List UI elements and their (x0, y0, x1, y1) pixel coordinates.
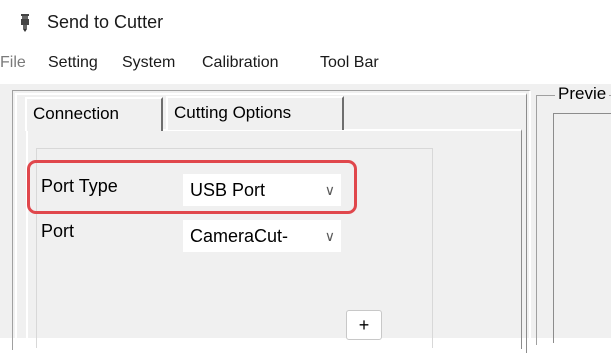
menu-bar: File Setting System Calibration Tool Bar (0, 44, 611, 84)
window-title: Send to Cutter (47, 12, 164, 32)
port-value: CameraCut- (190, 226, 289, 246)
cutter-pen-icon (20, 14, 30, 37)
menu-calibration[interactable]: Calibration (202, 54, 278, 72)
port-select[interactable]: CameraCut- ∨ (183, 220, 341, 252)
preview-canvas (553, 113, 611, 343)
menu-tool-bar[interactable]: Tool Bar (320, 54, 379, 72)
tab-cutting-options[interactable]: Cutting Options (166, 96, 344, 130)
preview-label-clip: Previe (536, 80, 611, 110)
menu-system[interactable]: System (122, 54, 175, 72)
tab-label: Connection (33, 104, 120, 123)
tab-connection[interactable]: Connection (25, 97, 163, 131)
highlight-annotation (27, 160, 357, 214)
preview-label: Previe (555, 84, 610, 104)
port-label: Port (41, 221, 75, 241)
add-button[interactable]: + (346, 310, 382, 340)
chevron-down-icon: ∨ (324, 228, 335, 244)
title-bar: Send to Cutter (0, 0, 611, 44)
tab-label: Cutting Options (174, 103, 292, 122)
menu-file[interactable]: File (0, 54, 26, 72)
menu-setting[interactable]: Setting (48, 54, 98, 72)
